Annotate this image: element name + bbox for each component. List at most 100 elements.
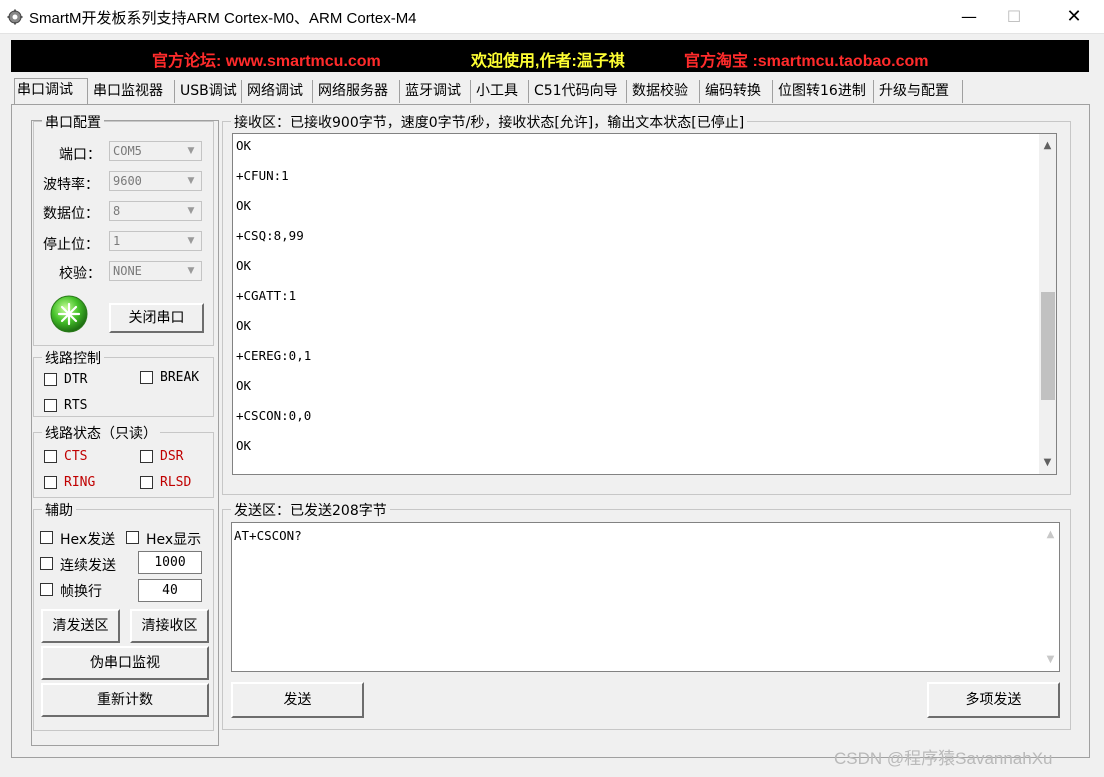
clear-send-button[interactable]: 清发送区 [41,609,120,643]
banner: 官方论坛: www.smartmcu.com 欢迎使用,作者:温子祺 官方淘宝 … [11,40,1089,72]
receive-line: OK [236,318,252,333]
scroll-down-icon[interactable]: ▼ [1039,454,1056,471]
receive-scrollbar[interactable]: ▲ ▼ [1039,134,1056,474]
hex-display-checkbox[interactable] [126,531,139,544]
chevron-down-icon: ▼ [187,266,195,276]
rlsd-label: RLSD [160,475,192,490]
continuous-interval-input[interactable]: 1000 [138,551,202,574]
receive-line: +CEREG:0,1 [236,348,312,363]
line-status-title: 线路状态（只读） [42,423,160,443]
frame-newline-checkbox[interactable] [40,583,53,596]
cts-checkbox [44,450,57,463]
title-divider [0,33,1104,34]
break-label: BREAK [160,370,200,385]
maximize-button[interactable]: ☐ [991,0,1037,33]
tab-network-debug[interactable]: 网络调试 [245,80,313,103]
scroll-up-icon[interactable]: ▲ [1039,137,1056,154]
dsr-label: DSR [160,449,184,464]
dtr-checkbox[interactable] [44,373,57,386]
line-control-group: 线路控制 [33,348,214,417]
baud-label: 波特率： [43,177,99,193]
rlsd-checkbox [140,476,153,489]
port-open-indicator-icon [50,295,88,333]
rts-checkbox[interactable] [44,399,57,412]
tab-checksum[interactable]: 数据校验 [630,80,700,103]
aux-title: 辅助 [42,500,76,520]
tab-serial-debug[interactable]: 串口调试 [14,78,88,104]
stopbits-select[interactable]: 1 ▼ [109,231,202,251]
watermark: CSDN @程序猿SavannahXu [834,749,1053,768]
port-value: COM5 [113,144,142,158]
send-textarea[interactable]: AT+CSCON? ▲ ▼ [231,522,1060,672]
chevron-down-icon: ▼ [187,146,195,156]
tab-upgrade-config[interactable]: 升级与配置 [877,80,963,103]
receive-textarea[interactable]: OK +CFUN:1 OK +CSQ:8,99 OK +CGATT:1 OK +… [232,133,1057,475]
dtr-label: DTR [64,372,88,387]
stopbits-label: 停止位： [43,237,99,253]
send-button[interactable]: 发送 [231,682,364,718]
tab-c51-wizard[interactable]: C51代码向导 [532,80,627,103]
port-label: 端口： [59,147,101,163]
serial-config-title: 串口配置 [42,112,104,132]
receive-line: OK [236,378,252,393]
send-title: 发送区：已发送208字节 [231,500,390,520]
close-port-button[interactable]: 关闭串口 [109,303,204,333]
tab-tools[interactable]: 小工具 [474,80,529,103]
rts-label: RTS [64,398,88,413]
multi-send-button[interactable]: 多项发送 [927,682,1060,718]
port-select[interactable]: COM5 ▼ [109,141,202,161]
hex-send-label: Hex发送 [60,532,116,548]
receive-line: OK [236,258,252,273]
chevron-down-icon: ▼ [187,206,195,216]
break-checkbox[interactable] [140,371,153,384]
ring-label: RING [64,475,96,490]
tab-network-server[interactable]: 网络服务器 [316,80,400,103]
continuous-send-checkbox[interactable] [40,557,53,570]
banner-welcome-text: 欢迎使用,作者:温子祺 [471,53,625,70]
close-button[interactable]: ✕ [1051,0,1097,33]
tab-usb-debug[interactable]: USB调试 [178,80,242,103]
tab-serial-monitor[interactable]: 串口监视器 [91,80,175,103]
cts-label: CTS [64,449,88,464]
send-text: AT+CSCON? [234,528,302,543]
receive-line: +CSQ:8,99 [236,228,304,243]
chevron-down-icon: ▼ [187,236,195,246]
app-gear-icon [7,9,23,25]
minimize-button[interactable]: — [946,0,992,33]
line-control-title: 线路控制 [42,348,104,368]
databits-select[interactable]: 8 ▼ [109,201,202,221]
receive-line: OK [236,198,252,213]
pseudo-monitor-button[interactable]: 伪串口监视 [41,646,209,680]
tab-bitmap-hex[interactable]: 位图转16进制 [776,80,874,103]
tab-encoding[interactable]: 编码转换 [703,80,773,103]
send-scrollbar[interactable]: ▲ ▼ [1042,523,1059,671]
ring-checkbox [44,476,57,489]
receive-line: OK [236,438,252,453]
hex-display-label: Hex显示 [146,532,202,548]
scroll-down-icon[interactable]: ▼ [1042,651,1059,668]
window-title: SmartM开发板系列支持ARM Cortex-M0、ARM Cortex-M4 [29,10,417,27]
parity-label: 校验： [59,266,101,282]
banner-forum-text: 官方论坛: www.smartmcu.com [152,53,381,70]
receive-line: +CGATT:1 [236,288,297,303]
databits-label: 数据位： [43,206,99,222]
continuous-send-label: 连续发送 [60,558,116,574]
tab-bluetooth-debug[interactable]: 蓝牙调试 [403,80,471,103]
baud-select[interactable]: 9600 ▼ [109,171,202,191]
receive-scroll-thumb[interactable] [1041,292,1055,401]
chevron-down-icon: ▼ [187,176,195,186]
receive-line: +CFUN:1 [236,168,289,183]
databits-value: 8 [113,204,121,218]
scroll-up-icon[interactable]: ▲ [1042,526,1059,543]
stopbits-value: 1 [113,234,121,248]
recount-button[interactable]: 重新计数 [41,683,209,717]
clear-receive-button[interactable]: 清接收区 [130,609,209,643]
receive-line: +CSCON:0,0 [236,408,312,423]
receive-line: OK [236,138,252,153]
dsr-checkbox [140,450,153,463]
receive-title: 接收区：已接收900字节，速度0字节/秒，接收状态[允许]，输出文本状态[已停止… [231,112,748,132]
banner-shop-text: 官方淘宝 :smartmcu.taobao.com [684,53,929,70]
parity-select[interactable]: NONE ▼ [109,261,202,281]
hex-send-checkbox[interactable] [40,531,53,544]
frame-length-input[interactable]: 40 [138,579,202,602]
